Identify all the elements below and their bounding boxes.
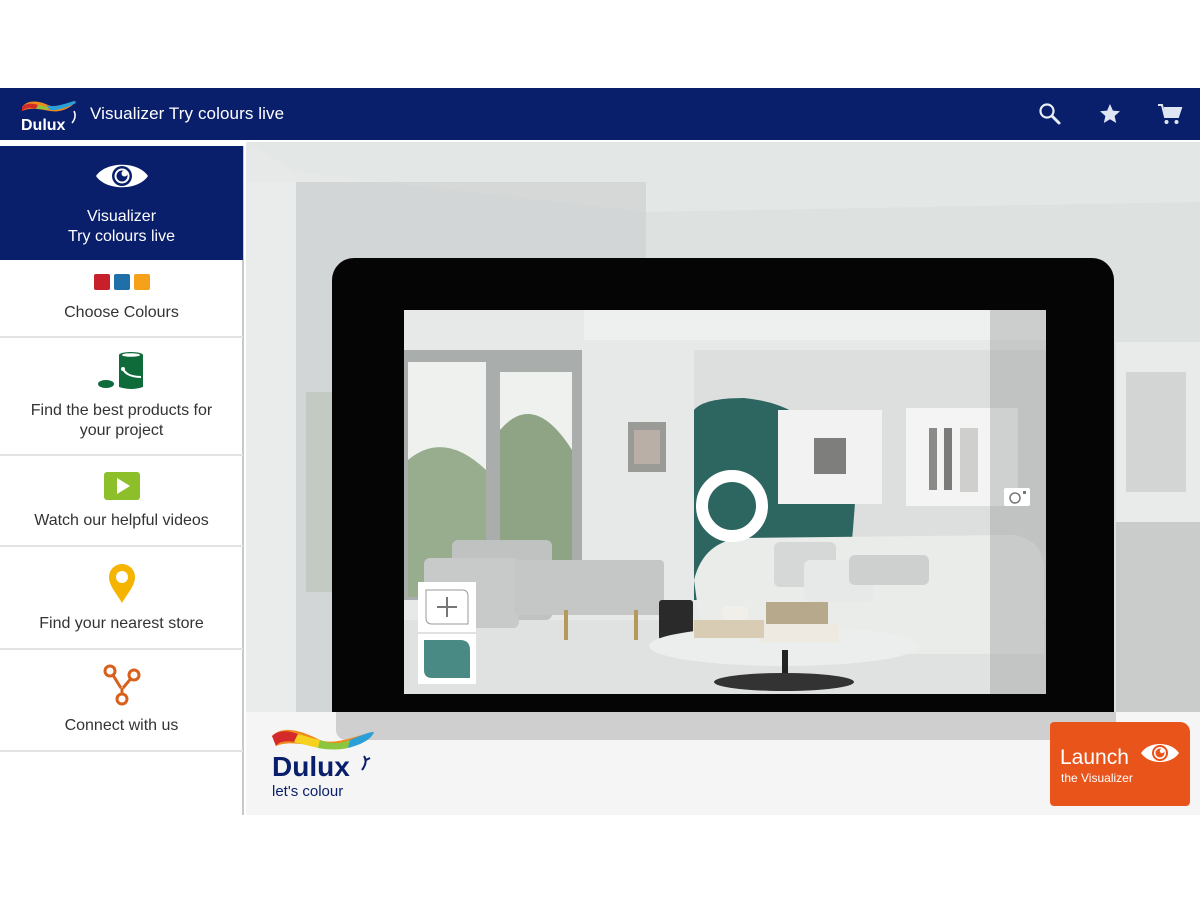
brand-tagline: let's colour	[272, 783, 343, 800]
sidebar-item-label: Find your nearest store	[39, 614, 204, 632]
plus-icon	[425, 589, 469, 625]
search-icon	[1039, 103, 1061, 125]
swatch-icon	[424, 640, 470, 678]
eye-icon	[1141, 744, 1179, 762]
camera-button[interactable]	[1004, 488, 1030, 506]
tablet-shadow	[336, 712, 1116, 740]
sidebar-nav: Visualizer Try colours live Choose Colou…	[0, 146, 244, 815]
app-window: Dulux Visualizer Try colours live Visual…	[0, 88, 1200, 815]
sidebar-item-choose-colours[interactable]: Choose Colours	[0, 260, 243, 338]
colour-picker-ring[interactable]	[696, 470, 768, 542]
camera-icon	[1009, 491, 1026, 504]
sidebar-item-label: Connect with us	[64, 717, 179, 734]
star-icon	[1100, 104, 1120, 123]
launch-visualizer-button[interactable]: Launch the Visualizer	[1050, 722, 1190, 806]
paint-can-icon	[97, 352, 143, 389]
dulux-logo: Dulux	[21, 101, 76, 133]
sidebar-item-connect[interactable]: Connect with us	[0, 650, 243, 752]
app-title: Visualizer Try colours live	[90, 104, 285, 123]
brand-wordmark: Dulux	[272, 751, 350, 782]
tablet-mockup	[332, 258, 1114, 720]
visualizer-preview-screen	[404, 310, 1046, 694]
promo-footer: Dulux let's colour Launch the Visualizer	[246, 712, 1200, 815]
add-colour-button[interactable]	[418, 582, 476, 632]
sidebar-item-sublabel: Try colours live	[68, 228, 175, 245]
top-app-bar: Dulux Visualizer Try colours live	[0, 88, 1200, 140]
dulux-brand-logo: Dulux let's colour	[272, 729, 374, 800]
cart-button[interactable]	[1140, 88, 1200, 140]
visualizer-promo-panel: Dulux let's colour Launch the Visualizer	[246, 142, 1200, 815]
colour-swatches-icon	[93, 274, 150, 290]
sidebar-item-label: Visualizer	[86, 208, 157, 225]
eye-icon	[95, 164, 148, 188]
sidebar-item-visualizer[interactable]: Visualizer Try colours live	[0, 146, 243, 260]
search-button[interactable]	[1020, 88, 1080, 140]
sidebar-item-find-products[interactable]: Find the best products for your project	[0, 338, 243, 456]
sidebar-item-watch-videos[interactable]: Watch our helpful videos	[0, 456, 243, 547]
share-icon	[103, 664, 140, 706]
sidebar-item-label: Find the best products for	[30, 402, 213, 419]
launch-label: Launch	[1060, 746, 1129, 769]
location-pin-icon	[108, 563, 135, 603]
play-icon	[103, 471, 140, 500]
sidebar-item-label: Choose Colours	[64, 304, 179, 321]
sidebar-item-label: Watch our helpful videos	[34, 511, 209, 529]
selected-colour-swatch[interactable]	[418, 634, 476, 684]
sidebar-item-find-store[interactable]: Find your nearest store	[0, 547, 243, 650]
header-actions	[1020, 88, 1200, 140]
svg-text:Dulux: Dulux	[21, 117, 66, 133]
cart-icon	[1158, 104, 1183, 124]
sidebar-item-sublabel: your project	[79, 422, 164, 439]
favourites-button[interactable]	[1080, 88, 1140, 140]
launch-sublabel: the Visualizer	[1061, 771, 1133, 785]
